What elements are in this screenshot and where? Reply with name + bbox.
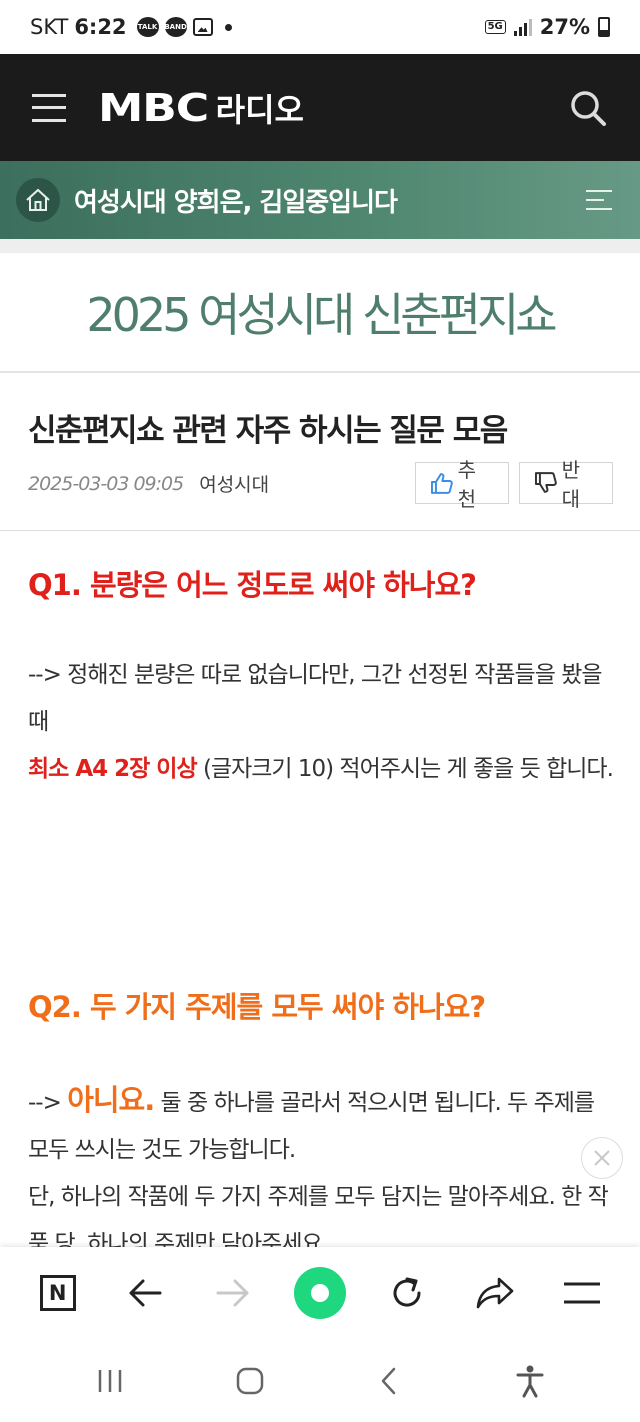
back-icon[interactable] [375,1366,405,1396]
carrier-label: SKT [30,15,69,39]
program-menu-icon[interactable] [586,190,612,210]
close-floating-button[interactable] [581,1137,623,1179]
home-icon [26,188,50,211]
article-header: 신춘편지쇼 관련 자주 하시는 질문 모음 2025-03-03 09:05 여… [0,375,640,531]
board-title: 2025 여성시대 신춘편지쇼 [86,288,557,342]
board-header: 2025 여성시대 신춘편지쇼 [0,253,640,373]
browser-menu-button[interactable] [555,1266,609,1320]
battery-percent: 27% [539,15,590,39]
divider [0,239,640,253]
band-notification-icon: BAND [164,17,187,37]
question-1: Q1. 분량은 어느 정도로 써야 하나요? [28,568,477,602]
share-icon [476,1277,514,1309]
mbc-logo-text: MBC [98,85,209,130]
mbc-radio-logo[interactable]: MBC 라디오 [98,85,304,131]
system-navigation-bar [0,1339,640,1422]
answer-1-intro: --> 정해진 분량은 따로 없습니다만, 그간 선정된 작품들을 봤을 때 [28,662,603,735]
gallery-notification-icon [192,18,213,36]
radio-logo-text: 라디오 [215,90,304,129]
accessibility-icon[interactable] [515,1364,545,1398]
refresh-button[interactable] [380,1266,434,1320]
like-button[interactable]: 추천 [415,458,509,511]
clock: 6:22 [74,15,127,39]
naver-n-icon: N [39,1275,76,1311]
network-type-icon: 5G [484,20,506,34]
browser-toolbar: N [0,1247,640,1339]
back-button[interactable] [118,1266,172,1320]
kakaotalk-notification-icon: TALK [136,17,159,37]
answer-2-prefix: --> [28,1090,68,1116]
vote-buttons: 추천 반대 [415,458,613,511]
answer-1-highlight: 최소 A4 2장 이상 [28,756,198,782]
naver-home-button[interactable]: N [31,1266,85,1320]
forward-button[interactable] [206,1266,260,1320]
menu-icon[interactable] [32,93,66,122]
dislike-button[interactable]: 반대 [519,458,613,511]
back-arrow-icon [129,1279,162,1307]
article-date: 2025-03-03 09:05 [28,472,184,495]
thumbs-up-icon [430,473,453,494]
refresh-icon [393,1277,421,1307]
answer-1: --> 정해진 분량은 따로 없습니다만, 그간 선정된 작품들을 봤을 때 최… [28,652,618,793]
recent-apps-icon[interactable] [95,1366,125,1396]
article-author: 여성시대 [199,474,270,496]
forward-arrow-icon [216,1279,249,1307]
site-header: MBC 라디오 [0,54,640,161]
question-2: Q2. 두 가지 주제를 모두 써야 하나요? [28,990,486,1024]
green-home-button[interactable] [293,1266,347,1320]
share-button[interactable] [468,1266,522,1320]
article-title: 신춘편지쇼 관련 자주 하시는 질문 모음 [28,413,508,449]
thumbs-down-icon [534,472,557,493]
dislike-label: 반대 [561,458,581,511]
close-icon [594,1150,610,1166]
more-notifications-dot-icon [224,23,232,31]
menu-icon [564,1282,601,1304]
like-label: 추천 [457,458,477,511]
answer-2-highlight: 아니요. [67,1083,155,1117]
search-icon[interactable] [568,88,608,128]
program-home-button[interactable] [16,178,60,222]
program-title[interactable]: 여성시대 양희은, 김일중입니다 [74,182,398,219]
article-meta: 2025-03-03 09:05 여성시대 [28,470,269,497]
answer-2: --> 아니요. 둘 중 하나를 골라서 적으시면 됩니다. 두 주제를 모두 … [28,1077,618,1268]
answer-1-rest: (글자크기 10) 적어주시는 게 좋을 듯 합니다. [196,756,614,782]
signal-icon [513,18,532,36]
battery-icon [598,17,610,37]
status-bar: SKT 6:22 TALK BAND 5G 27% [0,0,640,54]
home-icon[interactable] [235,1366,265,1396]
home-green-icon [293,1267,346,1319]
program-bar: 여성시대 양희은, 김일중입니다 [0,161,640,239]
